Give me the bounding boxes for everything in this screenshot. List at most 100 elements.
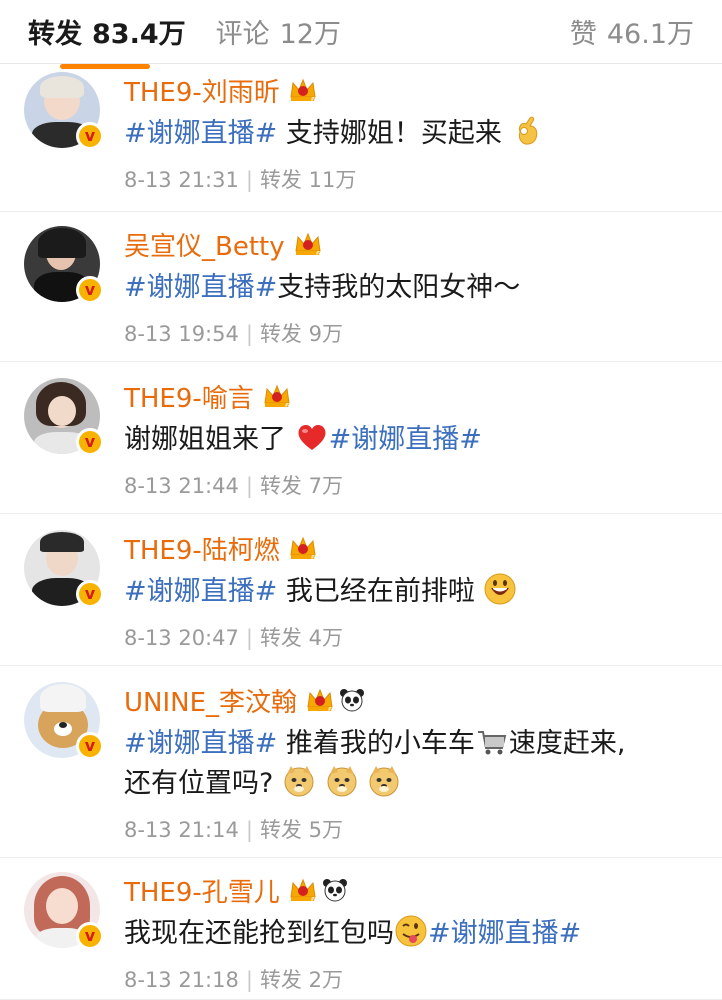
tab-repost[interactable]: 转发 83.4万 — [28, 12, 186, 69]
verified-badge-icon: v — [76, 122, 104, 150]
username[interactable]: THE9-孔雪儿 — [124, 872, 280, 909]
post-body: 我现在还能抢到红包吗 — [124, 918, 394, 949]
tab-bar: 转发 83.4万 评论 12万 赞 46.1万 — [0, 0, 722, 69]
svg-text:6: 6 — [311, 896, 316, 903]
repost-label: 转发 — [259, 626, 302, 650]
avatar[interactable]: v — [24, 530, 104, 608]
shopping-cart-icon — [477, 731, 507, 755]
username[interactable]: 吴宣仪_Betty — [124, 226, 285, 263]
list-item[interactable]: v UNINE_李汶翰 6 #谢娜直播# 推着我的小车车 速度赶来, 还有位置吗?… — [0, 666, 722, 858]
tab-like[interactable]: 赞 46.1万 — [570, 12, 694, 51]
repost-count: 7万 — [308, 474, 343, 498]
verified-badge-icon: v — [76, 276, 104, 304]
post-body: 支持娜姐！买起来 — [277, 118, 502, 149]
topic-link[interactable]: #谢娜直播# — [124, 118, 277, 149]
post-body-line2: 还有位置吗? — [124, 768, 274, 799]
username[interactable]: THE9-陆柯燃 — [124, 530, 280, 567]
post-text: #谢娜直播#支持我的太阳女神～ — [124, 268, 722, 308]
doge-face-icon — [369, 766, 399, 797]
verified-badge-icon: v — [76, 732, 104, 760]
topic-link[interactable]: #谢娜直播# — [329, 424, 482, 455]
tab-repost-count: 83.4万 — [92, 19, 186, 50]
repost-count: 2万 — [308, 968, 343, 992]
post-meta: 8-13 21:44 | 转发 7万 — [124, 474, 343, 498]
avatar[interactable]: v — [24, 378, 104, 456]
repost-count: 5万 — [308, 818, 343, 842]
tab-comment[interactable]: 评论 12万 — [216, 12, 341, 51]
avatar[interactable]: v — [24, 872, 104, 950]
username[interactable]: THE9-喻言 — [124, 378, 254, 415]
doge-face-icon — [284, 766, 314, 797]
post-text: 谢娜姐姐来了 #谢娜直播# — [124, 420, 722, 460]
vip-crown-icon: 6 — [295, 232, 321, 257]
repost-label: 转发 — [259, 818, 302, 842]
topic-link[interactable]: #谢娜直播# — [124, 576, 277, 607]
vip-crown-icon: 6 — [290, 536, 316, 561]
tab-repost-label: 转发 — [28, 19, 82, 50]
post-body-continued: 速度赶来, — [508, 728, 626, 759]
repost-label: 转发 — [259, 968, 302, 992]
ok-hand-icon — [519, 116, 538, 145]
svg-text:6: 6 — [311, 96, 316, 103]
vip-crown-icon: 6 — [264, 384, 290, 409]
verified-badge-icon: v — [76, 580, 104, 608]
tab-like-label: 赞 — [569, 19, 597, 50]
topic-link[interactable]: #谢娜直播# — [124, 728, 277, 759]
post-meta: 8-13 21:14 | 转发 5万 — [124, 818, 343, 842]
svg-text:6: 6 — [285, 402, 290, 409]
post-text: 我现在还能抢到红包吗 #谢娜直播# — [124, 914, 722, 954]
timestamp: 8-13 21:18 — [124, 968, 239, 992]
timestamp: 8-13 19:54 — [124, 322, 239, 346]
svg-text:6: 6 — [311, 554, 316, 561]
username[interactable]: UNINE_李汶翰 — [124, 682, 297, 719]
grinning-face-icon — [484, 573, 516, 605]
svg-text:6: 6 — [316, 250, 321, 257]
topic-link[interactable]: #谢娜直播# — [124, 272, 277, 303]
repost-label: 转发 — [259, 168, 302, 192]
timestamp: 8-13 21:44 — [124, 474, 239, 498]
list-item[interactable]: v THE9-孔雪儿 6 我现在还能抢到红包吗 #谢娜直播# 8-13 21:18… — [0, 858, 722, 1000]
avatar[interactable]: v — [24, 72, 104, 150]
post-body: 我已经在前排啦 — [277, 576, 475, 607]
list-item[interactable]: v 吴宣仪_Betty 6 #谢娜直播#支持我的太阳女神～ 8-13 19:54… — [0, 212, 722, 362]
timestamp: 8-13 21:14 — [124, 818, 239, 842]
repost-count: 9万 — [308, 322, 343, 346]
post-body: 谢娜姐姐来了 — [124, 424, 286, 455]
verified-badge-icon: v — [76, 428, 104, 456]
tab-comment-count: 12万 — [279, 19, 341, 50]
tab-like-count: 46.1万 — [606, 19, 694, 50]
verified-badge-icon: v — [76, 922, 104, 950]
post-text: #谢娜直播# 推着我的小车车 速度赶来, 还有位置吗? — [124, 724, 722, 804]
post-body: 推着我的小车车 — [277, 728, 475, 759]
post-meta: 8-13 19:54 | 转发 9万 — [124, 322, 343, 346]
repost-count: 4万 — [308, 626, 343, 650]
username[interactable]: THE9-刘雨昕 — [124, 72, 280, 109]
timestamp: 8-13 20:47 — [124, 626, 239, 650]
panda-icon — [340, 689, 365, 712]
repost-label: 转发 — [259, 474, 302, 498]
red-heart-icon — [298, 424, 326, 450]
tab-comment-label: 评论 — [215, 19, 270, 50]
vip-crown-icon: 6 — [307, 688, 333, 713]
svg-text:6: 6 — [328, 706, 333, 713]
vip-crown-icon: 6 — [290, 78, 316, 103]
repost-list: v THE9-刘雨昕 6 #谢娜直播# 支持娜姐！买起来 8-13 21:31 |… — [0, 64, 722, 1000]
timestamp: 8-13 21:31 — [124, 168, 239, 192]
post-text: #谢娜直播# 支持娜姐！买起来 — [124, 114, 722, 154]
vip-crown-icon: 6 — [290, 878, 316, 903]
avatar[interactable]: v — [24, 682, 104, 760]
post-meta: 8-13 20:47 | 转发 4万 — [124, 626, 343, 650]
post-text: #谢娜直播# 我已经在前排啦 — [124, 572, 722, 612]
avatar[interactable]: v — [24, 226, 104, 304]
post-meta: 8-13 21:31 | 转发 11万 — [124, 168, 357, 192]
panda-icon — [322, 879, 347, 902]
list-item[interactable]: v THE9-陆柯燃 6 #谢娜直播# 我已经在前排啦 8-13 20:47 | 转… — [0, 514, 722, 666]
doge-face-icon — [327, 766, 357, 797]
repost-label: 转发 — [259, 322, 302, 346]
winking-tongue-face-icon — [395, 915, 427, 947]
topic-link[interactable]: #谢娜直播# — [428, 918, 581, 949]
repost-count: 11万 — [308, 168, 357, 192]
list-item[interactable]: v THE9-喻言 6 谢娜姐姐来了 #谢娜直播# 8-13 21:44 | 转发 … — [0, 362, 722, 514]
list-item[interactable]: v THE9-刘雨昕 6 #谢娜直播# 支持娜姐！买起来 8-13 21:31 |… — [0, 64, 722, 212]
post-meta: 8-13 21:18 | 转发 2万 — [124, 968, 343, 992]
